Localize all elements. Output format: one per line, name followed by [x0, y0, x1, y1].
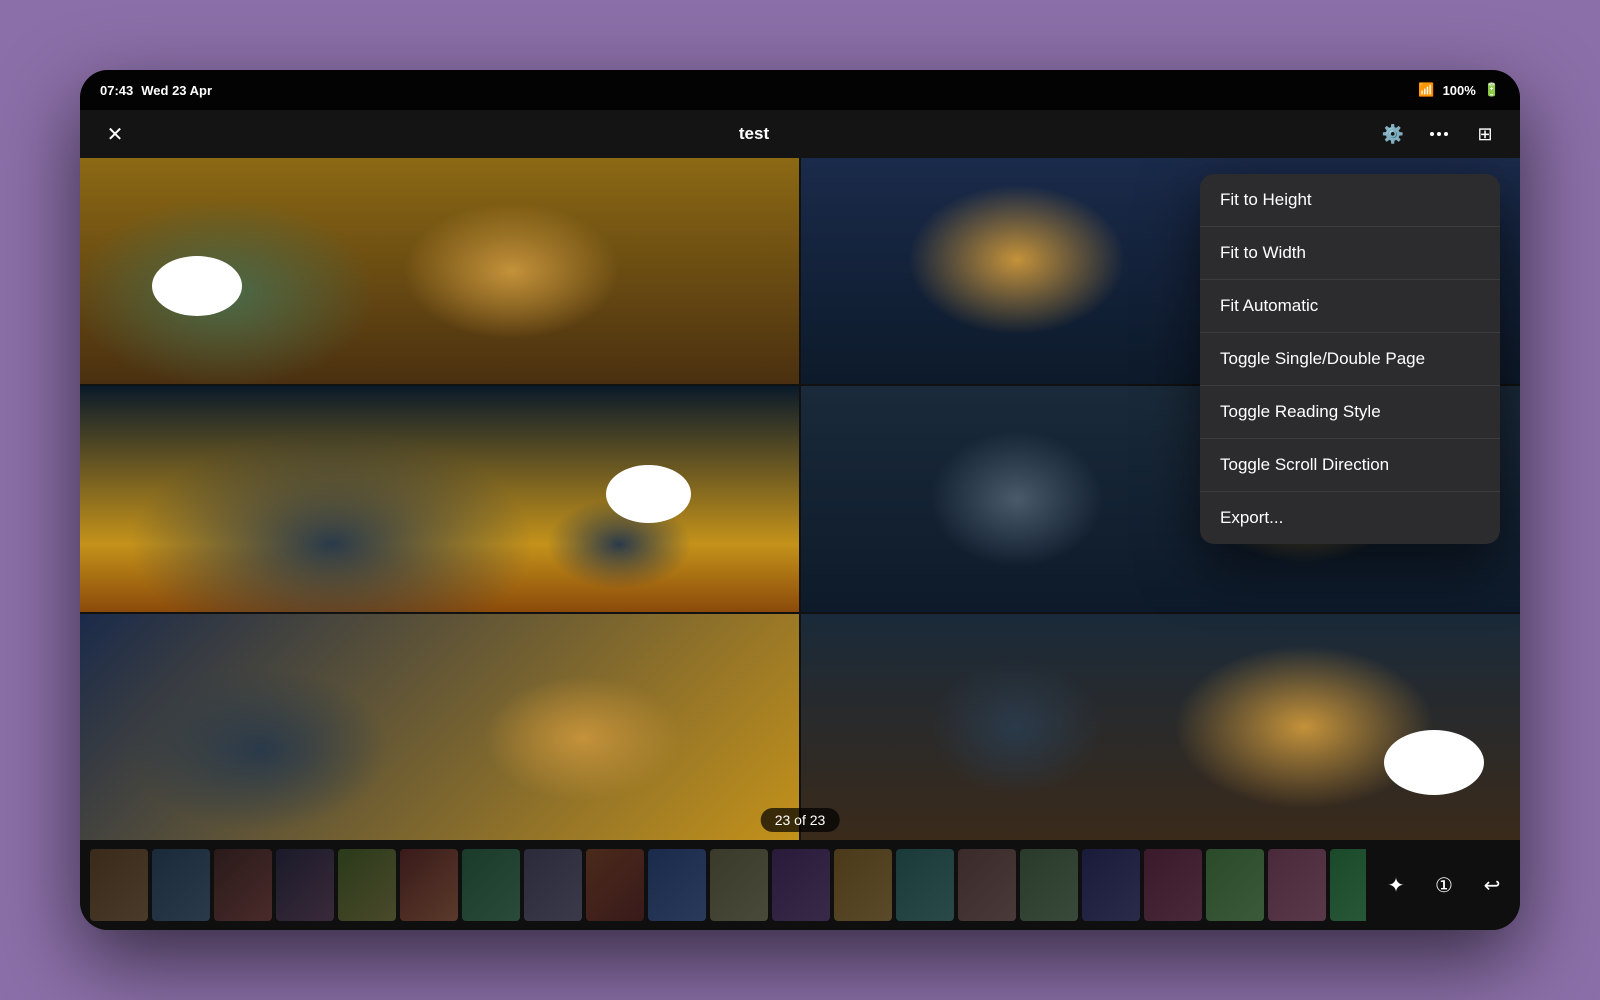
menu-item-fit-to-width[interactable]: Fit to Width: [1200, 227, 1500, 280]
thumbnail-19[interactable]: [1206, 849, 1264, 921]
thumbnail-10[interactable]: [648, 849, 706, 921]
three-dots-icon: [1430, 132, 1448, 136]
thumbnail-17[interactable]: [1082, 849, 1140, 921]
battery-percent: 100%: [1443, 83, 1476, 98]
thumbnail-9[interactable]: [586, 849, 644, 921]
nav-left: ✕: [100, 119, 130, 149]
thumbnail-14[interactable]: [896, 849, 954, 921]
more-button[interactable]: [1424, 119, 1454, 149]
close-icon: ✕: [107, 122, 124, 147]
thumbnail-5[interactable]: [338, 849, 396, 921]
speech-bubble-1: [152, 256, 242, 316]
nav-bar: ✕ test ⚙️ ⊞: [80, 110, 1520, 158]
thumbnail-1[interactable]: [90, 849, 148, 921]
menu-item-fit-to-height[interactable]: Fit to Height: [1200, 174, 1500, 227]
thumbnail-16[interactable]: [1020, 849, 1078, 921]
thumbnail-21[interactable]: [1330, 849, 1366, 921]
thumbnail-8[interactable]: [524, 849, 582, 921]
thumbnail-12[interactable]: [772, 849, 830, 921]
thumbnail-container: [90, 849, 1366, 921]
menu-item-toggle-scroll-direction[interactable]: Toggle Scroll Direction: [1200, 439, 1500, 492]
thumbnail-4[interactable]: [276, 849, 334, 921]
content-area: 23 of 23 Fit to Height Fit to Width Fit …: [80, 158, 1520, 840]
page-number-button[interactable]: ①: [1426, 867, 1462, 903]
speech-bubble-3: [606, 465, 691, 523]
thumbnail-11[interactable]: [710, 849, 768, 921]
status-right: 📶 100% 🔋: [1418, 82, 1500, 98]
menu-item-toggle-single-double[interactable]: Toggle Single/Double Page: [1200, 333, 1500, 386]
close-button[interactable]: ✕: [100, 119, 130, 149]
grid-icon: ⊞: [1477, 124, 1492, 145]
menu-item-toggle-reading-style[interactable]: Toggle Reading Style: [1200, 386, 1500, 439]
page-number-icon: ①: [1435, 873, 1453, 898]
thumbnail-7[interactable]: [462, 849, 520, 921]
page-indicator: 23 of 23: [761, 808, 840, 832]
status-bar: 07:43 Wed 23 Apr 📶 100% 🔋: [80, 70, 1520, 110]
thumbnail-6[interactable]: [400, 849, 458, 921]
settings-button[interactable]: ⚙️: [1378, 119, 1408, 149]
context-menu: Fit to Height Fit to Width Fit Automatic…: [1200, 174, 1500, 544]
wifi-icon: 📶: [1418, 82, 1434, 98]
thumbnail-strip: ✦ ① ↩: [80, 840, 1520, 930]
comic-panel-5: [80, 614, 799, 840]
app-title: test: [739, 124, 769, 144]
battery-icon: 🔋: [1484, 82, 1500, 98]
page-indicator-text: 23 of 23: [775, 812, 826, 828]
tablet-frame: 07:43 Wed 23 Apr 📶 100% 🔋 ✕ test ⚙️: [80, 70, 1520, 930]
comic-panel-3: [80, 386, 799, 612]
menu-item-fit-automatic[interactable]: Fit Automatic: [1200, 280, 1500, 333]
nav-right: ⚙️ ⊞: [1378, 119, 1500, 149]
gear-icon: ⚙️: [1382, 124, 1404, 145]
sparkle-icon: ✦: [1388, 873, 1405, 898]
time-display: 07:43: [100, 83, 133, 98]
thumbnail-15[interactable]: [958, 849, 1016, 921]
back-icon: ↩: [1484, 873, 1501, 898]
comic-panel-1: [80, 158, 799, 384]
sparkle-button[interactable]: ✦: [1378, 867, 1414, 903]
menu-item-export[interactable]: Export...: [1200, 492, 1500, 544]
back-button[interactable]: ↩: [1474, 867, 1510, 903]
status-left: 07:43 Wed 23 Apr: [100, 83, 212, 98]
thumbnail-2[interactable]: [152, 849, 210, 921]
thumbnail-3[interactable]: [214, 849, 272, 921]
grid-button[interactable]: ⊞: [1470, 119, 1500, 149]
strip-actions: ✦ ① ↩: [1370, 867, 1510, 903]
comic-panel-6: [801, 614, 1520, 840]
date-display: Wed 23 Apr: [141, 83, 212, 98]
thumbnail-13[interactable]: [834, 849, 892, 921]
thumbnail-18[interactable]: [1144, 849, 1202, 921]
speech-bubble-6: [1384, 730, 1484, 795]
thumbnail-20[interactable]: [1268, 849, 1326, 921]
